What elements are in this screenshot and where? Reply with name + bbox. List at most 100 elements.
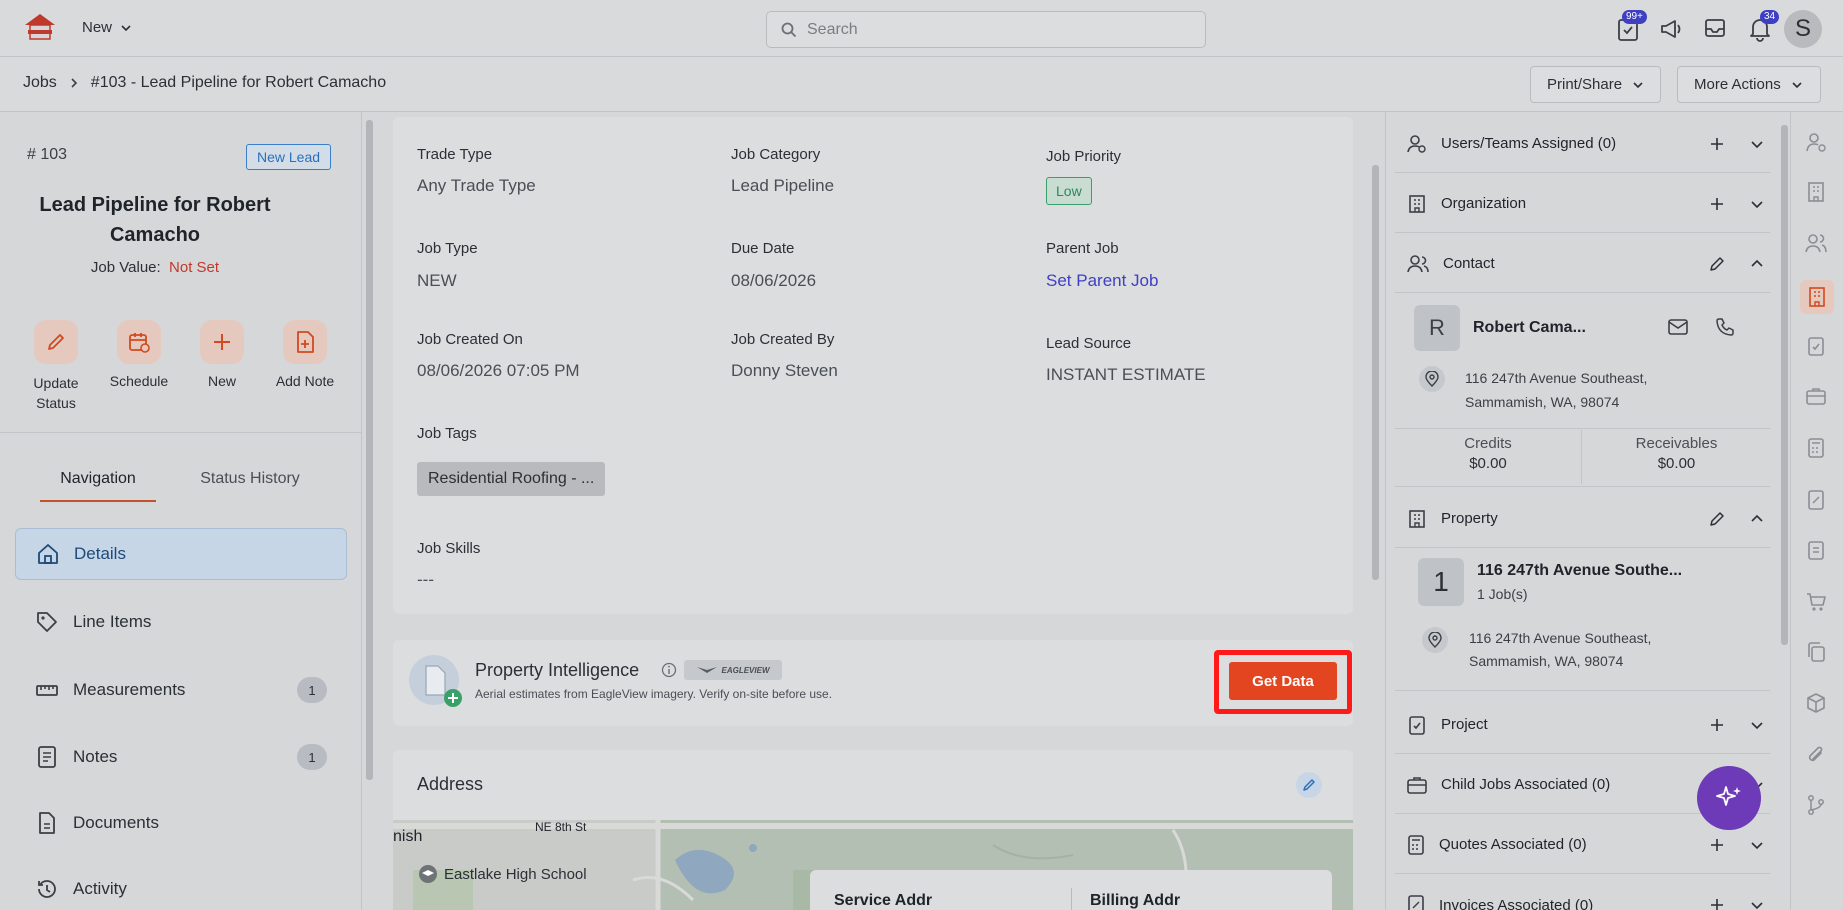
project-section[interactable]: Project <box>1395 696 1770 754</box>
user-avatar[interactable]: S <box>1784 10 1822 48</box>
clipboard-check-icon <box>1407 714 1427 736</box>
announcements-button[interactable] <box>1659 16 1685 42</box>
plus-icon <box>200 320 244 364</box>
ai-assistant-button[interactable] <box>1697 766 1761 830</box>
breadcrumb-jobs-link[interactable]: Jobs <box>23 74 57 92</box>
rail-briefcase-icon[interactable] <box>1805 385 1829 409</box>
tasks-button[interactable]: 99+ <box>1616 10 1647 42</box>
tab-navigation[interactable]: Navigation <box>40 470 156 502</box>
chevron-down-icon[interactable] <box>1744 838 1770 852</box>
plus-icon[interactable] <box>1704 838 1730 852</box>
measurements-count: 1 <box>297 677 327 703</box>
rail-cart-icon[interactable] <box>1805 591 1829 615</box>
left-scrollbar[interactable] <box>366 120 373 780</box>
chevron-up-icon[interactable] <box>1744 512 1770 526</box>
school-icon <box>418 864 438 884</box>
chevron-down-icon[interactable] <box>1744 197 1770 211</box>
property-intelligence-card <box>393 640 1353 726</box>
status-badge[interactable]: New Lead <box>246 144 332 170</box>
due-date-label: Due Date <box>731 240 795 257</box>
notifications-button[interactable]: 34 <box>1748 10 1780 42</box>
company-logo[interactable] <box>22 10 58 46</box>
users-teams-title: Users/Teams Assigned (0) <box>1441 135 1617 152</box>
address-map[interactable]: nish NE 8th St Eastlake High School Serv… <box>393 820 1353 910</box>
right-scrollbar[interactable] <box>1781 125 1788 645</box>
search-input[interactable] <box>807 20 1187 39</box>
contact-address-line1: 116 247th Avenue Southeast, <box>1465 370 1648 386</box>
more-actions-button[interactable]: More Actions <box>1677 66 1821 103</box>
organization-section[interactable]: Organization <box>1395 175 1770 233</box>
nav-item-details[interactable]: Details <box>15 528 347 580</box>
nav-item-label: Activity <box>73 879 127 898</box>
chevron-down-icon[interactable] <box>1744 718 1770 732</box>
more-actions-label: More Actions <box>1694 76 1781 93</box>
property-section-header[interactable]: Property <box>1395 490 1770 548</box>
users-teams-section[interactable]: Users/Teams Assigned (0) <box>1395 115 1770 173</box>
receivables-value: $0.00 <box>1657 455 1696 472</box>
update-status-button[interactable]: Update Status <box>11 320 101 413</box>
rail-copy-icon[interactable] <box>1805 641 1829 665</box>
job-type-label: Job Type <box>417 240 478 257</box>
call-contact-button[interactable] <box>1716 318 1734 336</box>
center-scrollbar[interactable] <box>1372 165 1379 580</box>
add-note-button[interactable]: Add Note <box>260 320 350 389</box>
invoices-section[interactable]: Invoices Associated (0) <box>1395 876 1770 910</box>
info-icon[interactable] <box>661 662 677 678</box>
pencil-icon[interactable] <box>1704 511 1730 527</box>
job-value-amount[interactable]: Not Set <box>169 259 219 276</box>
rail-git-branch-icon[interactable] <box>1805 794 1829 818</box>
contact-name[interactable]: Robert Cama... <box>1473 319 1586 337</box>
plus-icon[interactable] <box>1704 898 1730 910</box>
nav-item-line-items[interactable]: Line Items <box>15 596 347 648</box>
nav-item-measurements[interactable]: Measurements 1 <box>15 664 347 716</box>
rail-attachment-icon[interactable] <box>1805 744 1829 768</box>
rail-package-icon[interactable] <box>1805 692 1829 716</box>
chevron-up-icon[interactable] <box>1744 257 1770 271</box>
sparkle-icon <box>1714 783 1744 813</box>
chevron-right-icon <box>69 77 79 89</box>
nav-item-notes[interactable]: Notes 1 <box>15 731 347 783</box>
property-number-badge: 1 <box>1418 558 1464 606</box>
plus-icon[interactable] <box>1704 718 1730 732</box>
tab-status-history[interactable]: Status History <box>180 470 320 488</box>
print-share-button[interactable]: Print/Share <box>1530 66 1661 103</box>
map-label-city: nish <box>393 828 423 845</box>
new-menu-button[interactable]: New <box>82 19 132 36</box>
job-tag-chip[interactable]: Residential Roofing - ... <box>417 462 606 496</box>
note-add-icon <box>283 320 327 364</box>
map-label-street: NE 8th St <box>535 820 587 834</box>
schedule-button[interactable]: Schedule <box>94 320 184 389</box>
property-name[interactable]: 116 247th Avenue Southe... <box>1477 562 1682 580</box>
plus-icon[interactable] <box>1704 197 1730 211</box>
divider <box>0 432 362 433</box>
nav-item-label: Measurements <box>73 680 186 699</box>
rail-clipboard-icon[interactable] <box>1805 539 1829 563</box>
lead-source-value: INSTANT ESTIMATE <box>1046 365 1206 384</box>
nav-item-activity[interactable]: Activity <box>15 863 347 910</box>
rail-users-icon[interactable] <box>1805 131 1829 155</box>
rail-invoice-icon[interactable] <box>1805 489 1829 513</box>
chevron-down-icon[interactable] <box>1744 898 1770 910</box>
set-parent-job-link[interactable]: Set Parent Job <box>1046 271 1158 291</box>
rail-property-icon[interactable] <box>1800 280 1834 314</box>
nav-item-label: Details <box>74 544 126 563</box>
get-data-button[interactable]: Get Data <box>1229 662 1337 700</box>
chevron-down-icon[interactable] <box>1744 137 1770 151</box>
pencil-icon[interactable] <box>1704 256 1730 272</box>
new-action-button[interactable]: New <box>177 320 267 389</box>
email-contact-button[interactable] <box>1668 319 1688 335</box>
rail-project-icon[interactable] <box>1805 335 1829 359</box>
nav-item-label: Line Items <box>73 612 152 631</box>
nav-item-documents[interactable]: Documents <box>15 797 347 849</box>
search-bar[interactable] <box>766 11 1206 48</box>
rail-organization-icon[interactable] <box>1805 181 1829 205</box>
nav-item-label: Notes <box>73 747 118 766</box>
rail-calculator-icon[interactable] <box>1805 437 1829 461</box>
contact-section-header[interactable]: Contact <box>1395 235 1770 293</box>
plus-icon[interactable] <box>1704 137 1730 151</box>
rail-contacts-icon[interactable] <box>1805 232 1829 256</box>
map-poi-school[interactable]: Eastlake High School <box>418 864 587 884</box>
contact-title: Contact <box>1443 255 1495 272</box>
edit-address-button[interactable] <box>1296 772 1322 798</box>
inbox-button[interactable] <box>1703 16 1729 42</box>
